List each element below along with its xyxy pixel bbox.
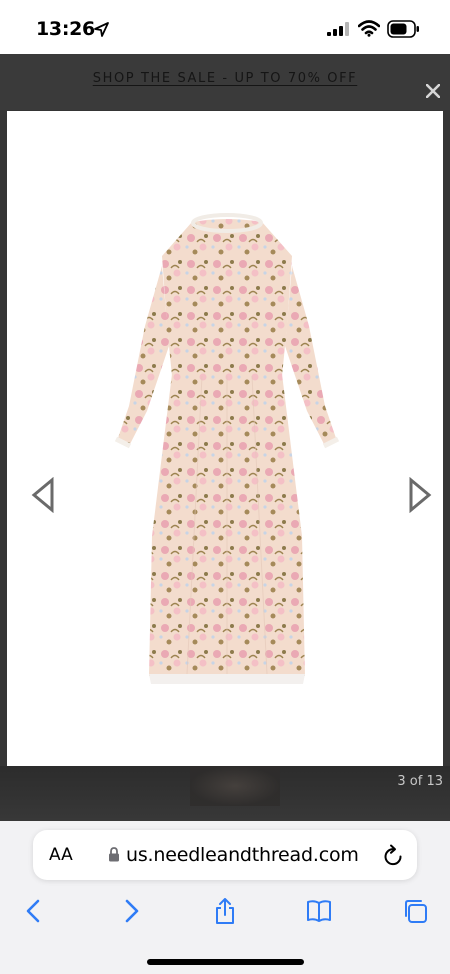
close-button[interactable] <box>420 78 446 104</box>
tabs-button[interactable] <box>400 896 430 926</box>
promo-banner: SHOP THE SALE - UP TO 70% OFF <box>0 54 450 110</box>
tabs-icon <box>405 900 427 923</box>
address-bar[interactable]: AA us.needleandthread.com <box>33 830 417 880</box>
location-arrow-icon <box>94 22 109 37</box>
url-text[interactable]: us.needleandthread.com <box>126 844 359 866</box>
share-button[interactable] <box>210 896 240 926</box>
back-icon <box>26 899 40 923</box>
promo-link[interactable]: SHOP THE SALE - UP TO 70% OFF <box>0 71 450 86</box>
forward-icon <box>125 899 139 923</box>
website-content: SHOP THE SALE - UP TO 70% OFF 3 of 13 <box>0 54 450 821</box>
forward-button[interactable] <box>116 896 146 926</box>
previous-image-button[interactable] <box>29 475 57 515</box>
screen: 13:26 SHOP THE SALE - UP TO 70% OFF 3 of… <box>0 0 450 974</box>
bookmarks-icon <box>307 900 331 922</box>
reader-options-button[interactable]: AA <box>49 845 73 865</box>
triangle-left-outline-icon <box>31 477 54 513</box>
lock-icon <box>109 847 119 862</box>
triangle-right-outline-icon <box>409 477 432 513</box>
wifi-icon <box>358 20 380 37</box>
home-indicator[interactable] <box>147 959 304 965</box>
close-icon <box>426 84 440 98</box>
image-counter: 3 of 13 <box>397 774 443 789</box>
back-button[interactable] <box>19 896 49 926</box>
battery-icon <box>387 20 419 38</box>
next-image-button[interactable] <box>406 475 434 515</box>
dress-image[interactable] <box>107 206 347 736</box>
lightbox-image-panel <box>7 111 443 766</box>
status-time: 13:26 <box>36 18 95 40</box>
bookmarks-button[interactable] <box>304 896 334 926</box>
background-model-image <box>190 766 280 806</box>
browser-bottom-bar: AA us.needleandthread.com <box>0 821 450 974</box>
share-icon <box>216 898 234 924</box>
reload-icon[interactable] <box>382 843 404 867</box>
status-bar: 13:26 <box>0 0 450 54</box>
cellular-signal-icon <box>327 22 349 36</box>
